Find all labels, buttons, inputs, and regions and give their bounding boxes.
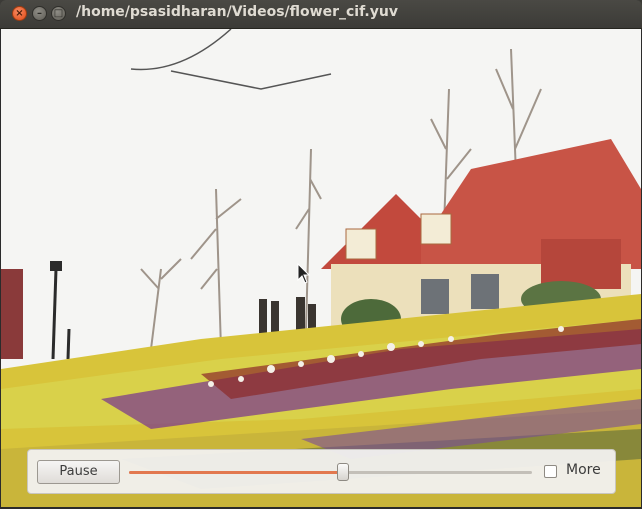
seek-slider[interactable] bbox=[129, 463, 532, 481]
more-checkbox[interactable] bbox=[544, 465, 557, 478]
playback-controls: Pause More bbox=[27, 449, 616, 494]
maximize-window-button[interactable]: □ bbox=[51, 6, 66, 21]
video-frame[interactable] bbox=[1, 29, 641, 507]
window-title: /home/psasidharan/Videos/flower_cif.yuv bbox=[76, 4, 398, 20]
flower-garden-scene bbox=[1, 29, 641, 507]
minimize-window-button[interactable]: – bbox=[32, 6, 47, 21]
close-window-button[interactable]: × bbox=[12, 6, 27, 21]
mouse-pointer-icon bbox=[297, 263, 311, 284]
title-bar[interactable]: × – □ /home/psasidharan/Videos/flower_ci… bbox=[0, 0, 642, 29]
seek-slider-progress bbox=[129, 471, 343, 474]
seek-slider-handle[interactable] bbox=[336, 463, 349, 481]
pause-button[interactable]: Pause bbox=[37, 460, 120, 484]
video-player-window: × – □ /home/psasidharan/Videos/flower_ci… bbox=[0, 0, 642, 509]
more-label[interactable]: More bbox=[566, 462, 601, 478]
